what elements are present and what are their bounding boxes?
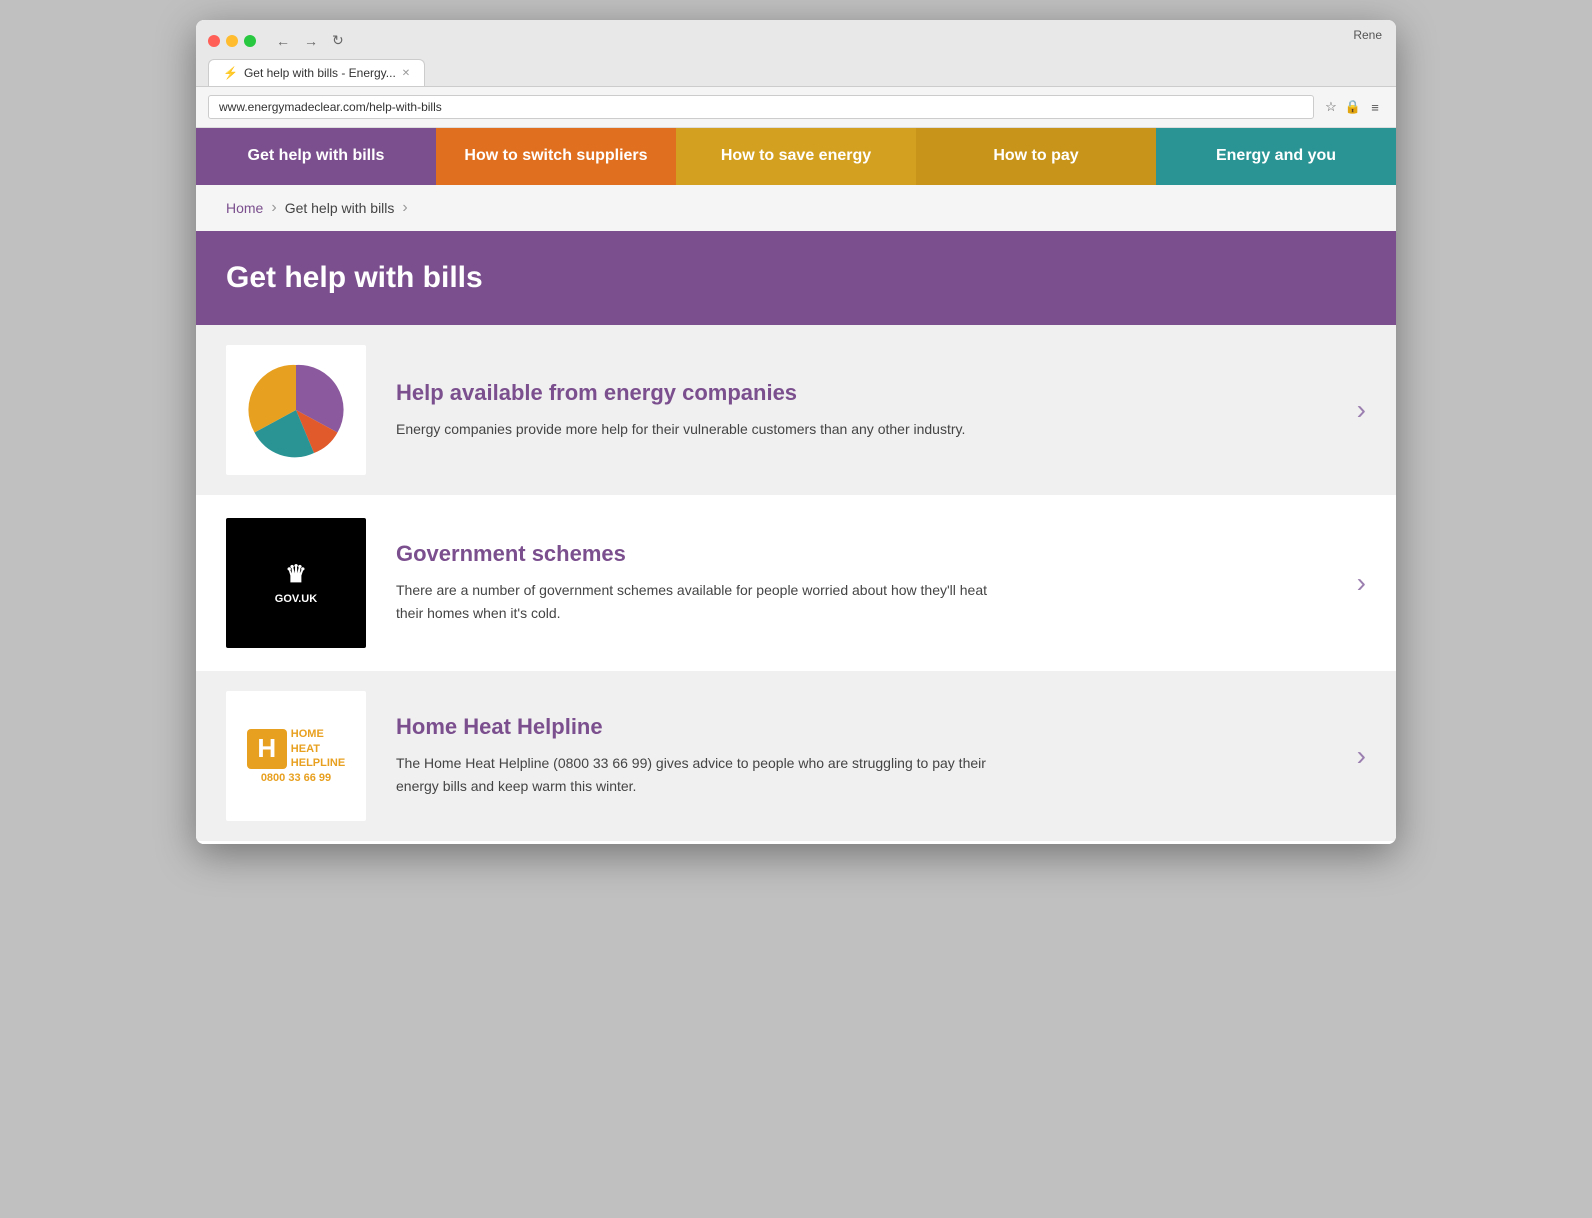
- hhh-text-lines: HOME HEAT HELPLINE: [291, 727, 345, 770]
- card-image-hhh: H HOME HEAT HELPLINE 0800 33 66 99: [226, 691, 366, 821]
- page-content: Get help with bills How to switch suppli…: [196, 128, 1396, 844]
- card-title-home-heat: Home Heat Helpline: [396, 714, 1337, 740]
- hhh-h-box: H: [247, 729, 287, 769]
- browser-titlebar: ← → ↻ ⚡ Get help with bills - Energy... …: [196, 20, 1396, 87]
- toolbar-icons: ☆ 🔒 ≡: [1322, 98, 1384, 116]
- reload-button[interactable]: ↻: [328, 30, 348, 51]
- hero-title: Get help with bills: [226, 261, 1366, 295]
- tab-close-button[interactable]: ✕: [402, 68, 410, 79]
- card-desc-home-heat: The Home Heat Helpline (0800 33 66 99) g…: [396, 752, 996, 797]
- tab-bar: ⚡ Get help with bills - Energy... ✕: [208, 59, 1384, 86]
- hhh-line-heat: HEAT: [291, 742, 345, 756]
- hhh-line-home: HOME: [291, 727, 345, 741]
- breadcrumb-sep-1: ›: [271, 199, 276, 217]
- card-energy-companies[interactable]: Help available from energy companies Ene…: [196, 325, 1396, 498]
- card-text-government-schemes: Government schemes There are a number of…: [396, 541, 1337, 624]
- browser-window: ← → ↻ ⚡ Get help with bills - Energy... …: [196, 20, 1396, 844]
- tab-title: Get help with bills - Energy...: [244, 66, 396, 80]
- user-badge: Rene: [1339, 20, 1396, 50]
- minimize-button[interactable]: [226, 35, 238, 47]
- nav-buttons: ← → ↻: [272, 30, 348, 51]
- card-desc-government-schemes: There are a number of government schemes…: [396, 579, 996, 624]
- card-desc-energy-companies: Energy companies provide more help for t…: [396, 418, 996, 440]
- tab-favicon: ⚡: [223, 66, 238, 80]
- breadcrumb-current: Get help with bills: [285, 200, 395, 216]
- card-arrow-energy-companies: ›: [1357, 394, 1366, 426]
- breadcrumb: Home › Get help with bills ›: [196, 185, 1396, 231]
- close-button[interactable]: [208, 35, 220, 47]
- card-arrow-home-heat: ›: [1357, 740, 1366, 772]
- cards-container: Help available from energy companies Ene…: [196, 325, 1396, 844]
- govuk-text: GOV.UK: [275, 593, 317, 605]
- card-title-government-schemes: Government schemes: [396, 541, 1337, 567]
- card-text-home-heat: Home Heat Helpline The Home Heat Helplin…: [396, 714, 1337, 797]
- pie-chart: [246, 360, 346, 460]
- hero-banner: Get help with bills: [196, 231, 1396, 325]
- back-button[interactable]: ←: [272, 30, 294, 51]
- extensions-icon[interactable]: 🔒: [1344, 98, 1362, 116]
- maximize-button[interactable]: [244, 35, 256, 47]
- nav-item-pay[interactable]: How to pay: [916, 128, 1156, 185]
- card-government-schemes[interactable]: ♛ GOV.UK Government schemes There are a …: [196, 498, 1396, 671]
- address-bar: ☆ 🔒 ≡: [196, 87, 1396, 128]
- nav-item-get-help[interactable]: Get help with bills: [196, 128, 436, 185]
- menu-icon[interactable]: ≡: [1366, 98, 1384, 116]
- active-tab[interactable]: ⚡ Get help with bills - Energy... ✕: [208, 59, 425, 86]
- govuk-badge: ♛ GOV.UK: [246, 533, 346, 633]
- nav-item-energy-you[interactable]: Energy and you: [1156, 128, 1396, 185]
- hhh-logo-top: H HOME HEAT HELPLINE: [247, 727, 345, 770]
- card-text-energy-companies: Help available from energy companies Ene…: [396, 380, 1337, 440]
- card-image-govuk: ♛ GOV.UK: [226, 518, 366, 648]
- card-title-energy-companies: Help available from energy companies: [396, 380, 1337, 406]
- site-nav: Get help with bills How to switch suppli…: [196, 128, 1396, 185]
- card-image-pie: [226, 345, 366, 475]
- browser-controls: ← → ↻: [208, 30, 1384, 51]
- breadcrumb-sep-2: ›: [402, 199, 407, 217]
- hhh-phone-number: 0800 33 66 99: [261, 772, 331, 784]
- breadcrumb-home[interactable]: Home: [226, 200, 263, 216]
- card-home-heat[interactable]: H HOME HEAT HELPLINE 0800 33 66 99 Home …: [196, 671, 1396, 844]
- nav-item-save[interactable]: How to save energy: [676, 128, 916, 185]
- card-arrow-government-schemes: ›: [1357, 567, 1366, 599]
- nav-item-switch[interactable]: How to switch suppliers: [436, 128, 676, 185]
- hhh-line-helpline: HELPLINE: [291, 756, 345, 770]
- url-input[interactable]: [208, 95, 1314, 119]
- crown-icon: ♛: [285, 560, 307, 589]
- star-icon[interactable]: ☆: [1322, 98, 1340, 116]
- forward-button[interactable]: →: [300, 30, 322, 51]
- hhh-logo: H HOME HEAT HELPLINE 0800 33 66 99: [247, 727, 345, 784]
